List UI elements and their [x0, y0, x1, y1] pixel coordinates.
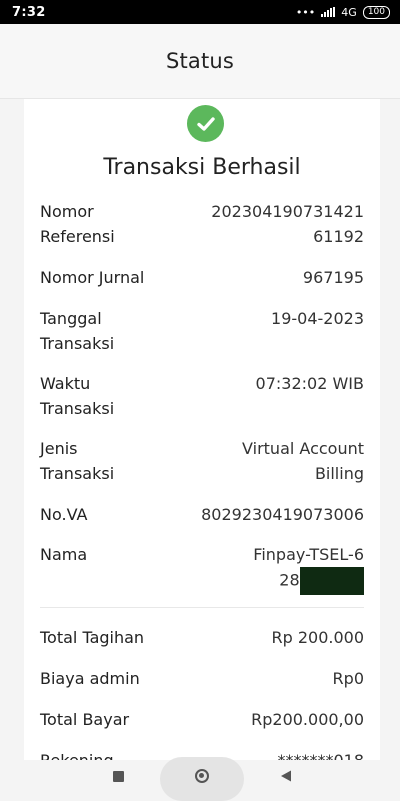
total-label: Total Tagihan [40, 628, 145, 647]
redaction-block [300, 567, 364, 595]
dots-icon: ••• [295, 5, 316, 19]
detail-row-name: Nama Finpay-TSEL-62812 [40, 542, 364, 595]
detail-row-va: No.VA 8029230419073006 [40, 502, 364, 527]
square-icon [112, 770, 124, 782]
detail-value: Virtual Account Billing [242, 439, 364, 483]
total-value: Rp 200.000 [271, 628, 364, 647]
back-button[interactable] [272, 760, 300, 792]
detail-value: 20230419073142161192 [211, 202, 364, 246]
total-row-paid: Total Bayar Rp200.000,00 [40, 707, 364, 732]
detail-label: Jenis Transaksi [40, 439, 115, 483]
network-type: 4G [341, 5, 357, 19]
circle-icon [195, 769, 209, 783]
detail-value: 19-04-2023 [271, 309, 364, 328]
transaction-card: Transaksi Berhasil Nomor Referensi 20230… [24, 99, 380, 761]
page-title: Status [165, 49, 235, 73]
total-value: Rp200.000,00 [251, 710, 364, 729]
triangle-back-icon [281, 770, 291, 782]
total-label: Biaya admin [40, 669, 140, 688]
detail-label: Waktu Transaksi [40, 374, 115, 418]
status-icons: ••• 4G 100 [295, 5, 390, 19]
system-status-bar: 7:32 ••• 4G 100 [0, 0, 400, 24]
detail-row-time: Waktu Transaksi 07:32:02 WIB [40, 371, 364, 421]
signal-icon [321, 7, 336, 17]
detail-value: 07:32:02 WIB [255, 374, 364, 393]
total-row-admin-fee: Biaya admin Rp0 [40, 666, 364, 691]
home-button[interactable] [188, 760, 216, 792]
clock: 7:32 [12, 4, 46, 20]
detail-row-type: Jenis Transaksi Virtual Account Billing [40, 436, 364, 486]
detail-label: Nomor Referensi [40, 202, 115, 246]
detail-value: 8029230419073006 [201, 505, 364, 524]
total-row-bill: Total Tagihan Rp 200.000 [40, 625, 364, 650]
total-value: Rp0 [332, 669, 364, 688]
recents-button[interactable] [104, 760, 132, 792]
battery-icon: 100 [362, 5, 390, 19]
detail-label: Nomor Jurnal [40, 268, 145, 287]
detail-row-journal: Nomor Jurnal 967195 [40, 265, 364, 290]
total-label: Total Bayar [40, 710, 130, 729]
detail-label: Nama [40, 545, 88, 564]
check-circle-icon [187, 105, 224, 142]
detail-label: No.VA [40, 505, 88, 524]
divider [40, 607, 364, 608]
detail-label: Tanggal Transaksi [40, 309, 115, 353]
detail-row-reference: Nomor Referensi 20230419073142161192 [40, 199, 364, 249]
detail-value: 967195 [302, 268, 364, 287]
transaction-status-headline: Transaksi Berhasil [103, 155, 301, 180]
detail-row-date: Tanggal Transaksi 19-04-2023 [40, 306, 364, 356]
system-nav-bar [0, 757, 400, 801]
app-bar: Status [0, 24, 400, 99]
